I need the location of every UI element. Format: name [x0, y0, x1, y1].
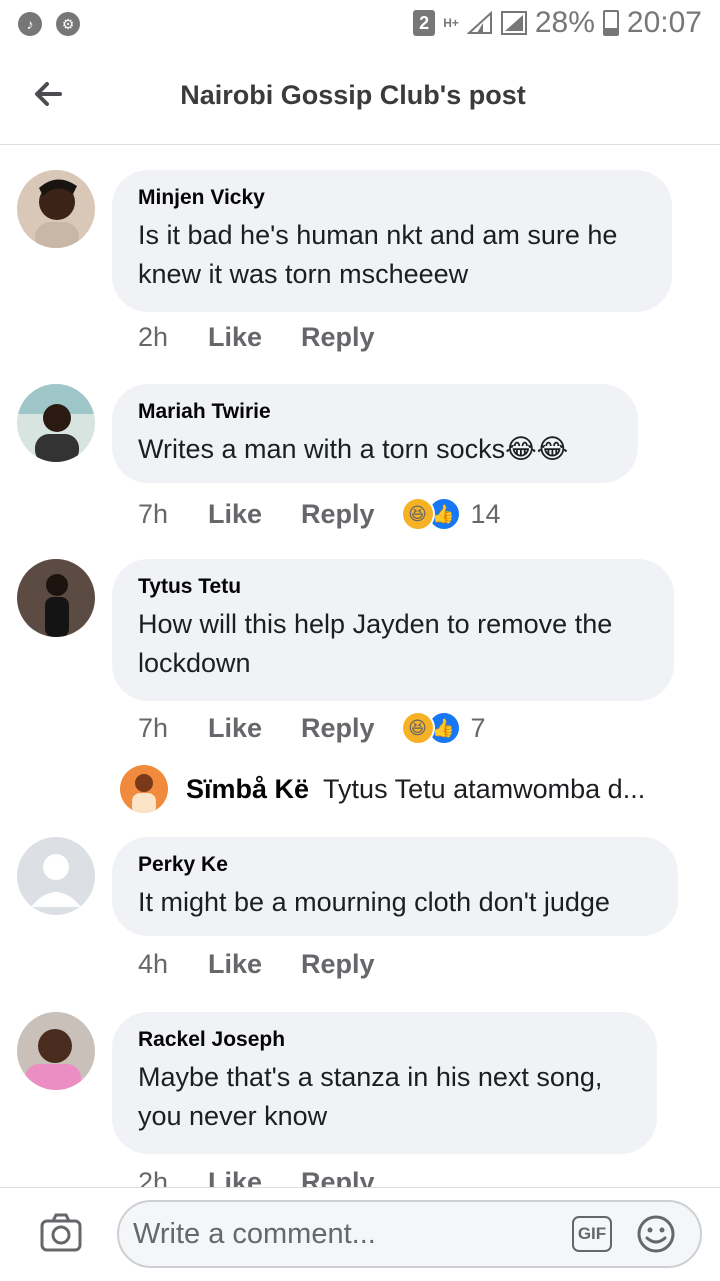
comment-actions: 7h Like Reply 😆 👍 7: [138, 711, 486, 745]
reply-preview[interactable]: Sïmbå Kë Tytus Tetu atamwomba d...: [120, 765, 645, 813]
comment-bubble[interactable]: Tytus Tetu How will this help Jayden to …: [112, 559, 674, 701]
avatar[interactable]: [17, 559, 95, 637]
avatar[interactable]: [17, 384, 95, 462]
comment-text: Is it bad he's human nkt and am sure he …: [138, 220, 618, 289]
comment-author[interactable]: Perky Ke: [138, 853, 650, 877]
music-icon: ♪: [18, 12, 42, 36]
signal-icon: [466, 11, 492, 34]
comment-text: It might be a mourning cloth don't judge: [138, 887, 610, 917]
comment-time: 4h: [138, 949, 169, 979]
comment-actions: 2h Like Reply: [138, 1167, 401, 1187]
comment-composer: Write a comment... GIF: [0, 1187, 720, 1281]
comment-time: 7h: [138, 498, 169, 529]
comment-author[interactable]: Minjen Vicky: [138, 186, 644, 210]
emoji-icon[interactable]: [636, 1214, 676, 1254]
reaction-count: 7: [470, 712, 486, 743]
gif-button[interactable]: GIF: [572, 1216, 612, 1252]
reply-text: Tytus Tetu atamwomba d...: [323, 773, 646, 804]
reactions[interactable]: 😆 👍 14: [400, 497, 501, 531]
comment-time: 7h: [138, 712, 169, 743]
comment-input-placeholder: Write a comment...: [133, 1218, 376, 1250]
comment-text: How will this help Jayden to remove the …: [138, 609, 613, 678]
clock: 20:07: [626, 6, 702, 39]
reactions[interactable]: 😆 👍 7: [400, 711, 486, 745]
reply-author[interactable]: Sïmbå Kë: [186, 774, 309, 805]
reaction-count: 14: [470, 498, 501, 529]
comment-text: Maybe that's a stanza in his next song, …: [138, 1062, 603, 1131]
reply-button[interactable]: Reply: [301, 322, 375, 353]
page-title-text: Nairobi Gossip Club's post: [180, 80, 526, 110]
signal-icon-2: [500, 11, 527, 35]
app-bar: Nairobi Gossip Club's post: [0, 50, 720, 145]
battery-percent: 28%: [534, 6, 595, 39]
comment-actions: 2h Like Reply: [138, 322, 401, 353]
network-type: H+: [443, 15, 459, 30]
avatar[interactable]: [17, 1012, 95, 1090]
comment-author[interactable]: Tytus Tetu: [138, 575, 646, 599]
comment-list[interactable]: Minjen Vicky Is it bad he's human nkt an…: [0, 145, 720, 1187]
page-title: Nairobi Gossip Club's post: [0, 80, 720, 111]
avatar[interactable]: [17, 170, 95, 248]
like-button[interactable]: Like: [208, 322, 301, 353]
like-button[interactable]: Like: [208, 713, 301, 744]
comment-author[interactable]: Mariah Twirie: [138, 400, 610, 424]
comment-bubble[interactable]: Mariah Twirie Writes a man with a torn s…: [112, 384, 638, 483]
sim-badge: 2: [413, 10, 436, 36]
comment-author[interactable]: Rackel Joseph: [138, 1028, 629, 1052]
avatar[interactable]: [120, 765, 168, 813]
settings-alert-icon: ⚙: [56, 12, 80, 36]
reply-button[interactable]: Reply: [301, 713, 375, 744]
comment-text: Writes a man with a torn socks😂😂: [138, 434, 569, 464]
reply-button[interactable]: Reply: [301, 949, 375, 980]
comment-actions: 7h Like Reply 😆 👍 14: [138, 497, 501, 531]
haha-reaction-icon: 😆: [400, 711, 435, 745]
status-bar: ♪ ⚙ 2 H+ 28% 20:07: [0, 0, 720, 50]
battery-icon: [602, 10, 619, 36]
comment-bubble[interactable]: Rackel Joseph Maybe that's a stanza in h…: [112, 1012, 657, 1154]
comment-time: 2h: [138, 1167, 169, 1187]
like-button[interactable]: Like: [208, 949, 301, 980]
haha-reaction-icon: 😆: [400, 497, 435, 531]
comment-time: 2h: [138, 322, 169, 352]
comment-actions: 4h Like Reply: [138, 949, 401, 980]
comment-bubble[interactable]: Minjen Vicky Is it bad he's human nkt an…: [112, 170, 672, 312]
comment-bubble[interactable]: Perky Ke It might be a mourning cloth do…: [112, 837, 678, 936]
reply-button[interactable]: Reply: [301, 1167, 375, 1187]
camera-icon[interactable]: [40, 1212, 82, 1254]
reply-button[interactable]: Reply: [301, 499, 375, 530]
like-button[interactable]: Like: [208, 499, 301, 530]
avatar[interactable]: [17, 837, 95, 915]
comment-input[interactable]: Write a comment... GIF: [117, 1200, 702, 1268]
like-button[interactable]: Like: [208, 1167, 301, 1187]
